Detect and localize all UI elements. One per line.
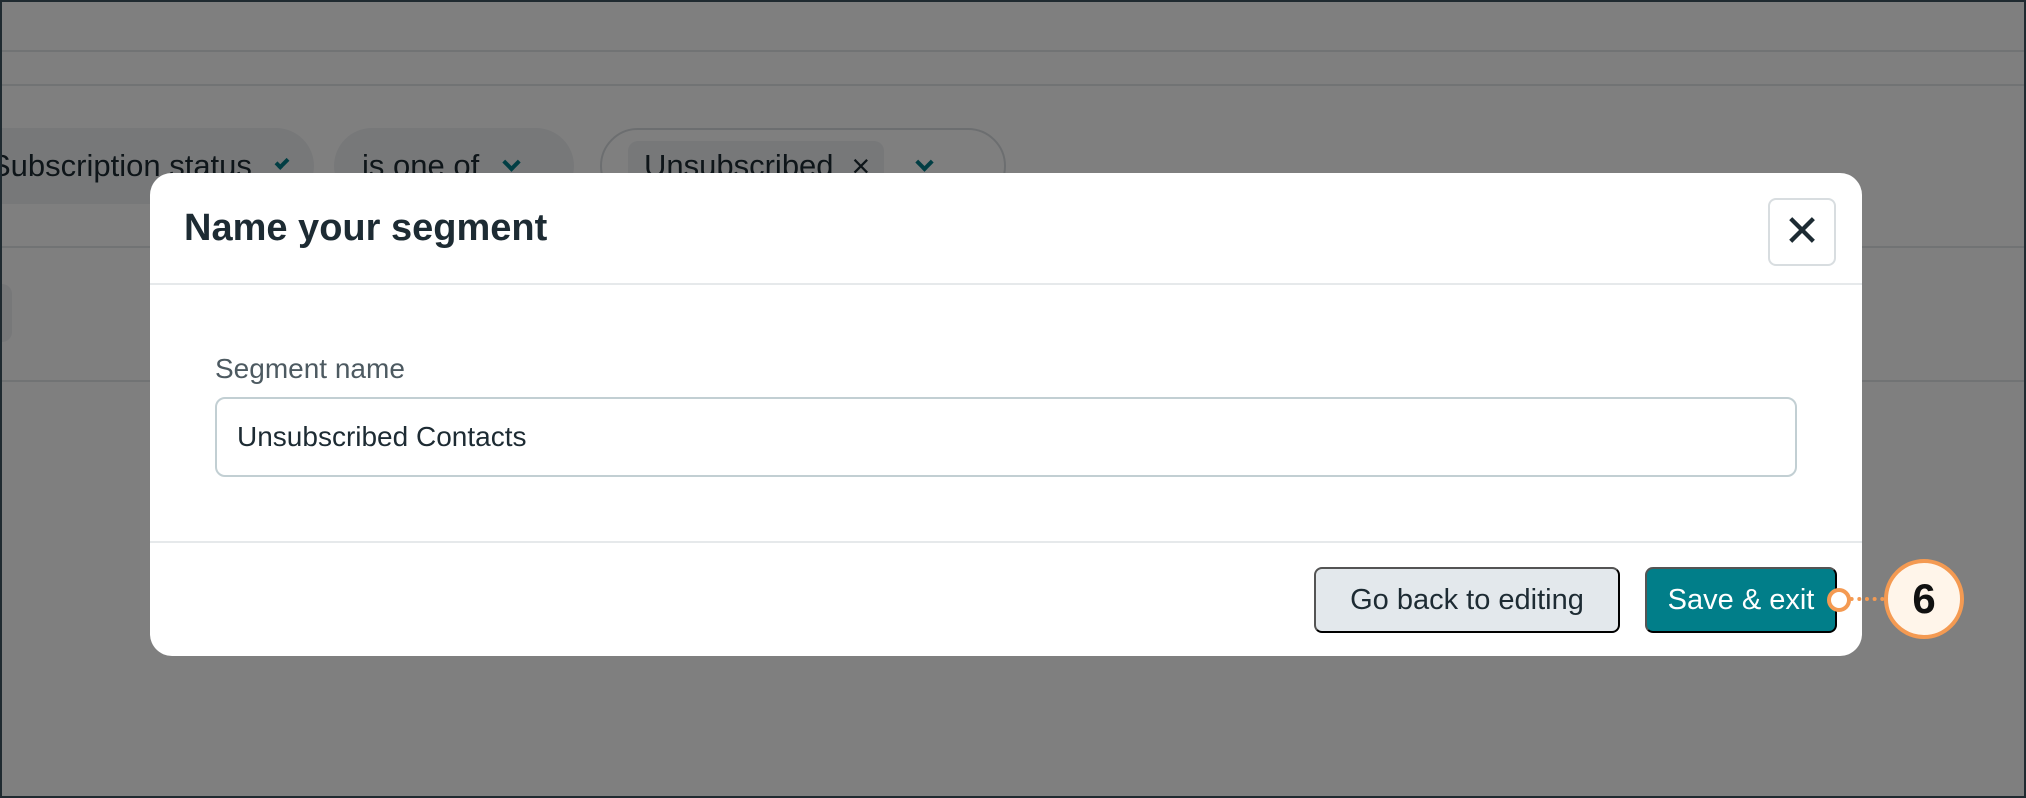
step-number-badge: 6 — [1884, 559, 1964, 639]
save-and-exit-button[interactable]: Save & exit — [1645, 567, 1837, 633]
close-icon: ✕ — [1783, 207, 1821, 256]
close-button[interactable]: ✕ — [1768, 198, 1836, 266]
go-back-to-editing-button[interactable]: Go back to editing — [1314, 567, 1620, 633]
segment-name-input[interactable] — [215, 397, 1797, 477]
modal-body: Segment name — [150, 285, 1862, 541]
segment-name-label: Segment name — [215, 353, 405, 384]
modal-header: Name your segment ✕ — [150, 173, 1862, 285]
name-segment-modal: Name your segment ✕ Segment name Go back… — [150, 173, 1862, 656]
modal-title: Name your segment — [184, 207, 548, 249]
app-frame: Subscription status is one of Unsubscrib… — [0, 0, 2026, 798]
modal-footer: Go back to editing Save & exit — [150, 541, 1862, 656]
callout-anchor-dot — [1827, 588, 1851, 612]
